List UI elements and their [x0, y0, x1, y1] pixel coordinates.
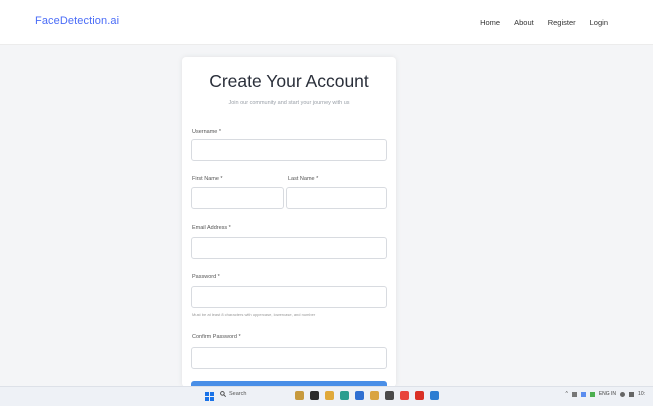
- volume-icon[interactable]: [629, 391, 635, 397]
- app-icon[interactable]: [385, 391, 394, 400]
- file-explorer-icon[interactable]: [325, 391, 334, 400]
- chevron-up-icon[interactable]: ^: [565, 391, 567, 397]
- email-field[interactable]: [191, 237, 387, 259]
- last-name-field[interactable]: [286, 187, 387, 209]
- chrome-icon[interactable]: [400, 391, 409, 400]
- last-name-label: Last Name *: [288, 176, 319, 182]
- first-name-label: First Name *: [192, 176, 223, 182]
- opera-icon[interactable]: [415, 391, 424, 400]
- nav-link-login[interactable]: Login: [590, 18, 608, 27]
- brand-logo-link[interactable]: FaceDetection.ai: [35, 15, 119, 27]
- taskbar-apps: [295, 391, 439, 400]
- clock[interactable]: 10:: [638, 391, 645, 397]
- system-tray: ^ ENG IN 10:: [565, 391, 645, 397]
- page-subtitle: Join our community and start your journe…: [228, 100, 350, 106]
- app-tray-icon[interactable]: [580, 391, 586, 397]
- search-icon: [220, 391, 226, 397]
- task-view-icon[interactable]: [310, 391, 319, 400]
- confirm-password-field[interactable]: [191, 347, 387, 369]
- taskbar-search-placeholder: Search: [229, 391, 247, 397]
- folder-icon[interactable]: [370, 391, 379, 400]
- password-field[interactable]: [191, 286, 387, 308]
- register-card: Create Your Account Join our community a…: [182, 57, 396, 387]
- language-indicator[interactable]: ENG IN: [599, 391, 616, 397]
- email-label: Email Address *: [192, 225, 231, 231]
- windows-start-icon[interactable]: [205, 392, 214, 401]
- username-field[interactable]: [191, 139, 387, 161]
- first-name-field[interactable]: [191, 187, 284, 209]
- password-hint: Must be at least 8 characters with upper…: [192, 312, 316, 317]
- network-icon[interactable]: [571, 391, 577, 397]
- nav-link-home[interactable]: Home: [480, 18, 500, 27]
- nav-links: Home About Register Login: [480, 18, 608, 27]
- nav-link-about[interactable]: About: [514, 18, 534, 27]
- wifi-icon[interactable]: [620, 391, 626, 397]
- store-icon[interactable]: [355, 391, 364, 400]
- edge-browser-icon[interactable]: [340, 391, 349, 400]
- top-navbar: FaceDetection.ai Home About Register Log…: [0, 0, 653, 45]
- nav-link-register[interactable]: Register: [548, 18, 576, 27]
- vscode-icon[interactable]: [430, 391, 439, 400]
- taskbar-search[interactable]: Search: [220, 391, 246, 397]
- username-label: Username *: [192, 129, 222, 135]
- security-icon[interactable]: [589, 391, 595, 397]
- widgets-icon[interactable]: [295, 391, 304, 400]
- confirm-password-label: Confirm Password *: [192, 334, 241, 340]
- os-taskbar: Search ^ ENG IN 10:: [0, 386, 653, 406]
- password-label: Password *: [192, 274, 220, 280]
- page-title: Create Your Account: [209, 71, 369, 91]
